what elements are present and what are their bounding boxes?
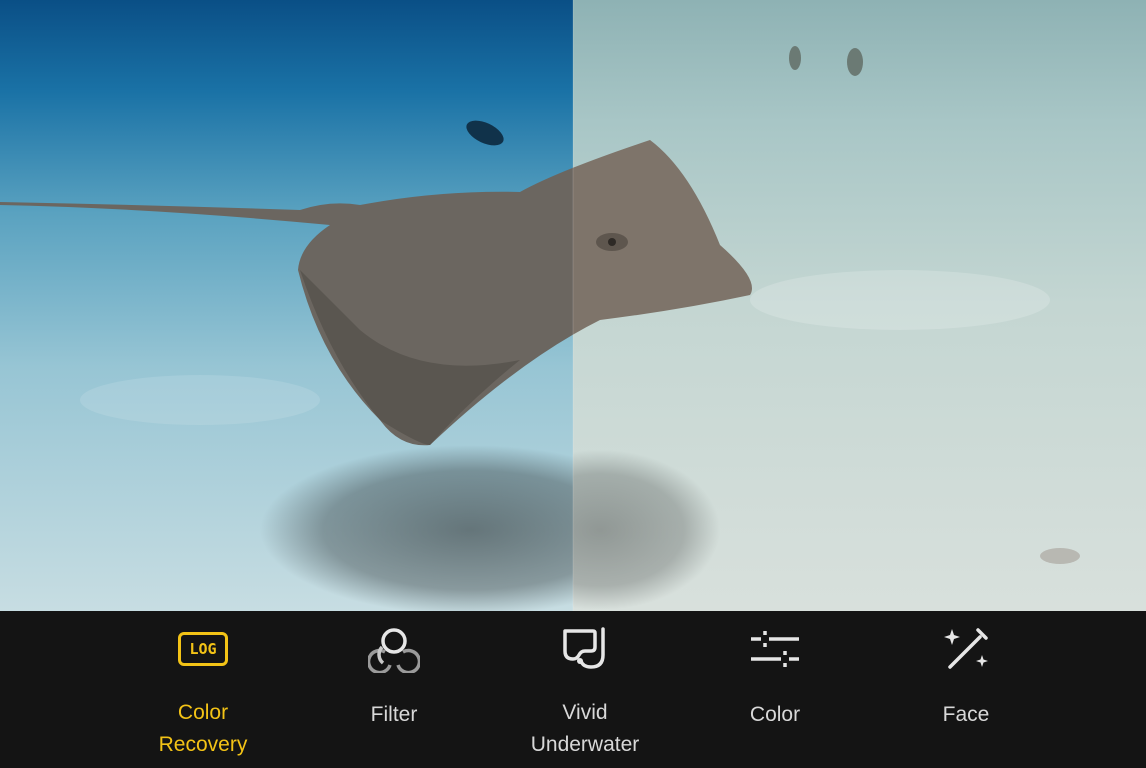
label-line2: Recovery — [158, 733, 248, 756]
edit-toolbar: LOG Color Recovery Filter Vivid Underwat… — [0, 611, 1146, 768]
label-line1: Face — [942, 703, 990, 726]
filter-tool[interactable]: Filter — [299, 611, 489, 768]
label-line1: Vivid — [562, 701, 608, 724]
color-recovery-label: Color Recovery — [108, 697, 298, 761]
label-line2: Underwater — [530, 733, 640, 756]
label-line1: Filter — [370, 703, 418, 726]
vivid-underwater-tool[interactable]: Vivid Underwater — [490, 611, 680, 768]
stingray-photo — [0, 0, 1146, 611]
vivid-underwater-label: Vivid Underwater — [490, 697, 680, 761]
log-badge-text: LOG — [178, 632, 228, 666]
label-line1: Color — [177, 701, 229, 724]
color-recovery-tool[interactable]: LOG Color Recovery — [108, 611, 298, 768]
sliders-icon — [747, 625, 803, 673]
filter-label: Filter — [299, 699, 489, 731]
face-label: Face — [871, 699, 1061, 731]
magic-wand-icon — [938, 625, 994, 673]
snorkel-mask-icon — [557, 625, 613, 673]
filter-circles-icon — [366, 625, 422, 673]
log-badge-icon: LOG — [175, 625, 231, 673]
color-tool[interactable]: Color — [680, 611, 870, 768]
photo-preview[interactable] — [0, 0, 1146, 611]
color-label: Color — [680, 699, 870, 731]
face-tool[interactable]: Face — [871, 611, 1061, 768]
label-line1: Color — [749, 703, 801, 726]
